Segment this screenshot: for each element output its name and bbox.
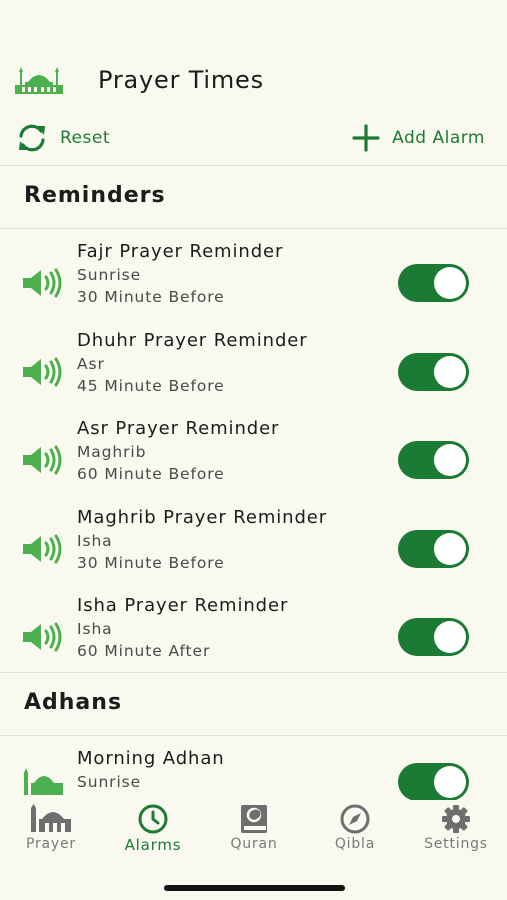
reminder-row-maghrib[interactable]: Maghrib Prayer Reminder Isha 30 Minute B… bbox=[0, 506, 507, 594]
reminder-title: Isha Prayer Reminder bbox=[77, 595, 289, 616]
reset-label: Reset bbox=[60, 128, 110, 148]
reminder-offset: 60 Minute After bbox=[77, 642, 211, 660]
tab-label: Quran bbox=[230, 836, 278, 852]
speaker-icon bbox=[23, 534, 62, 564]
reminder-prayer: Isha bbox=[77, 620, 113, 638]
reminder-prayer: Sunrise bbox=[77, 266, 142, 284]
divider bbox=[0, 165, 507, 166]
reminder-text: Asr Prayer Reminder Maghrib 60 Minute Be… bbox=[77, 417, 279, 485]
adhan-text: Morning Adhan Sunrise bbox=[77, 747, 225, 793]
tab-qibla[interactable]: Qibla bbox=[305, 800, 405, 860]
plus-icon bbox=[352, 124, 380, 152]
page-title: Prayer Times bbox=[98, 66, 264, 94]
reminder-row-dhuhr[interactable]: Dhuhr Prayer Reminder Asr 45 Minute Befo… bbox=[0, 329, 507, 417]
toggle-knob bbox=[434, 766, 466, 798]
reminder-offset: 60 Minute Before bbox=[77, 465, 225, 483]
reminder-text: Dhuhr Prayer Reminder Asr 45 Minute Befo… bbox=[77, 329, 308, 397]
app-header: Prayer Times bbox=[0, 52, 507, 112]
reminder-title: Asr Prayer Reminder bbox=[77, 418, 280, 439]
adhan-toggle[interactable] bbox=[398, 763, 469, 800]
divider bbox=[0, 228, 507, 229]
reminder-toggle[interactable] bbox=[398, 530, 469, 568]
tab-settings[interactable]: Settings bbox=[406, 800, 506, 860]
divider bbox=[0, 735, 507, 736]
section-title-reminders: Reminders bbox=[24, 183, 166, 208]
adhan-title: Morning Adhan bbox=[77, 748, 225, 769]
reset-button[interactable]: Reset bbox=[16, 120, 110, 156]
reminder-title: Fajr Prayer Reminder bbox=[77, 241, 284, 262]
reminder-toggle[interactable] bbox=[398, 441, 469, 479]
compass-icon bbox=[340, 804, 370, 834]
toggle-knob bbox=[434, 267, 466, 299]
tab-prayer[interactable]: Prayer bbox=[1, 800, 101, 860]
mosque-icon bbox=[31, 804, 71, 832]
reminder-title: Maghrib Prayer Reminder bbox=[77, 507, 328, 528]
toggle-knob bbox=[434, 621, 466, 653]
speaker-icon bbox=[23, 268, 62, 298]
mosque-icon bbox=[24, 768, 63, 795]
home-indicator bbox=[164, 885, 345, 891]
adhan-row-morning[interactable]: Morning Adhan Sunrise bbox=[0, 747, 507, 800]
mosque-logo-icon bbox=[15, 67, 63, 94]
reminder-row-fajr[interactable]: Fajr Prayer Reminder Sunrise 30 Minute B… bbox=[0, 240, 507, 328]
section-title-adhans: Adhans bbox=[24, 690, 123, 715]
reminder-title: Dhuhr Prayer Reminder bbox=[77, 330, 308, 351]
refresh-icon bbox=[19, 124, 45, 152]
speaker-icon bbox=[23, 622, 62, 652]
reminder-row-asr[interactable]: Asr Prayer Reminder Maghrib 60 Minute Be… bbox=[0, 417, 507, 505]
toolbar: Reset Add Alarm bbox=[0, 120, 507, 164]
reminder-offset: 30 Minute Before bbox=[77, 554, 225, 572]
add-alarm-button[interactable]: Add Alarm bbox=[352, 120, 485, 156]
tab-label: Qibla bbox=[334, 836, 376, 852]
book-icon bbox=[241, 805, 267, 833]
reminder-text: Isha Prayer Reminder Isha 60 Minute Afte… bbox=[77, 594, 288, 662]
speaker-icon bbox=[23, 445, 62, 475]
reminder-toggle[interactable] bbox=[398, 618, 469, 656]
add-alarm-label: Add Alarm bbox=[392, 128, 485, 148]
adhan-prayer: Sunrise bbox=[77, 773, 142, 791]
reminder-row-isha[interactable]: Isha Prayer Reminder Isha 60 Minute Afte… bbox=[0, 594, 507, 682]
reminder-text: Maghrib Prayer Reminder Isha 30 Minute B… bbox=[77, 506, 327, 574]
gear-icon bbox=[442, 805, 470, 833]
divider bbox=[0, 672, 507, 673]
reminder-offset: 30 Minute Before bbox=[77, 288, 225, 306]
tab-quran[interactable]: Quran bbox=[204, 800, 304, 860]
reminder-prayer: Isha bbox=[77, 532, 113, 550]
speaker-icon bbox=[23, 357, 62, 387]
tab-alarms[interactable]: Alarms bbox=[103, 800, 203, 860]
clock-icon bbox=[138, 804, 168, 834]
tab-label: Alarms bbox=[124, 836, 182, 854]
reminder-text: Fajr Prayer Reminder Sunrise 30 Minute B… bbox=[77, 240, 283, 308]
toggle-knob bbox=[434, 356, 466, 388]
reminder-prayer: Maghrib bbox=[77, 443, 147, 461]
tab-label: Prayer bbox=[26, 836, 76, 852]
tab-label: Settings bbox=[424, 836, 488, 852]
toggle-knob bbox=[434, 444, 466, 476]
toggle-knob bbox=[434, 533, 466, 565]
reminder-toggle[interactable] bbox=[398, 353, 469, 391]
reminder-offset: 45 Minute Before bbox=[77, 377, 225, 395]
reminder-prayer: Asr bbox=[77, 355, 105, 373]
reminder-toggle[interactable] bbox=[398, 264, 469, 302]
